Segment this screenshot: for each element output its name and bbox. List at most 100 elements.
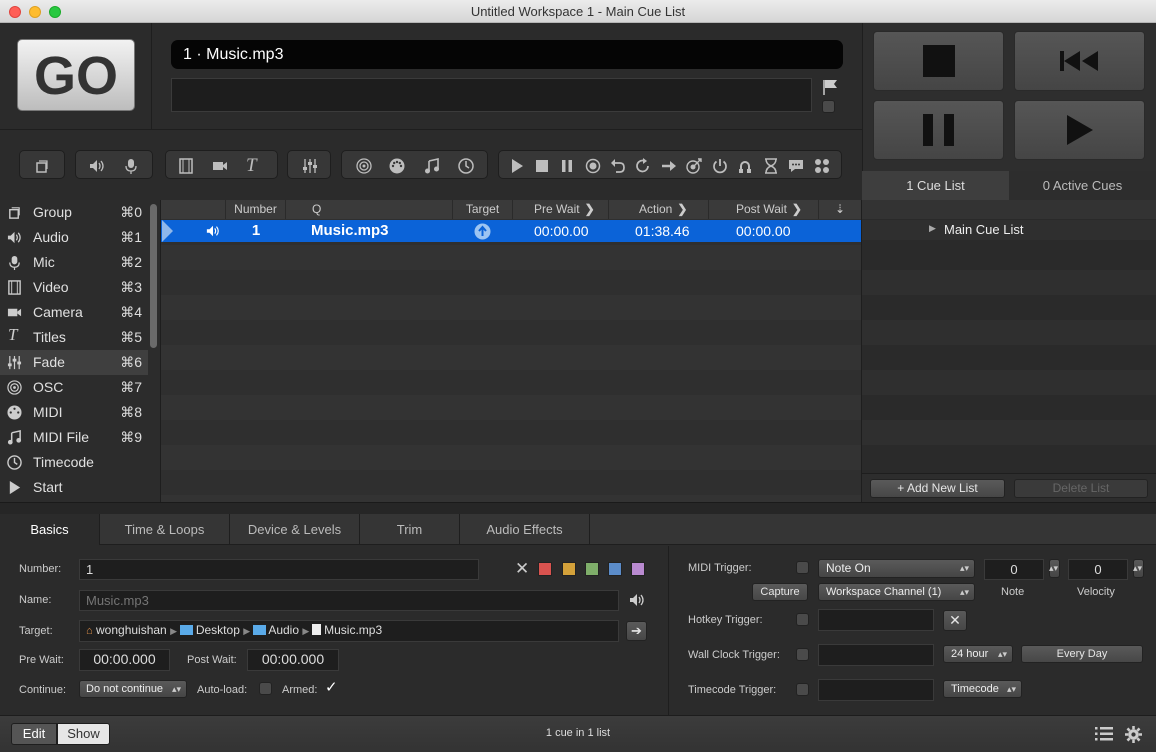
stop-icon[interactable] bbox=[534, 158, 550, 174]
col-q[interactable]: Q bbox=[286, 200, 453, 219]
clear-hotkey-button[interactable]: ✕ bbox=[943, 610, 967, 631]
midi-icon[interactable] bbox=[389, 158, 405, 174]
devamp-icon[interactable] bbox=[635, 158, 651, 174]
timecode-trigger-checkbox[interactable] bbox=[796, 683, 809, 696]
note-stepper[interactable]: ▴▾ bbox=[1049, 559, 1060, 578]
wait-icon[interactable] bbox=[763, 158, 779, 174]
timecode-format-select[interactable]: Timecode ▴▾ bbox=[943, 680, 1022, 698]
minimize-window-button[interactable] bbox=[29, 6, 41, 18]
sidebar-item-video[interactable]: Video ⌘3 bbox=[0, 275, 148, 300]
sidebar-item-timecode[interactable]: Timecode bbox=[0, 450, 148, 475]
armed-checkbox[interactable]: ✓ bbox=[325, 678, 338, 696]
resume-button[interactable] bbox=[1014, 100, 1145, 160]
number-field[interactable]: 1 bbox=[79, 559, 479, 580]
tab-audio-effects[interactable]: Audio Effects bbox=[460, 514, 590, 545]
gear-icon[interactable] bbox=[1125, 726, 1142, 743]
tab-cue-lists[interactable]: 1 Cue List bbox=[862, 171, 1009, 200]
sidebar-item-fade[interactable]: Fade ⌘6 bbox=[0, 350, 148, 375]
go-button[interactable]: GO bbox=[17, 39, 135, 111]
osc-icon[interactable] bbox=[356, 158, 372, 174]
col-number[interactable]: Number bbox=[226, 200, 286, 219]
sidebar-item-osc[interactable]: OSC ⌘7 bbox=[0, 375, 148, 400]
flag-checkbox[interactable] bbox=[822, 100, 835, 113]
velocity-stepper[interactable]: ▴▾ bbox=[1133, 559, 1144, 578]
start-icon[interactable] bbox=[509, 158, 525, 174]
video-icon[interactable] bbox=[178, 158, 194, 174]
pause-button[interactable] bbox=[873, 100, 1004, 160]
midi-file-icon[interactable] bbox=[424, 158, 440, 174]
hour-format-select[interactable]: 24 hour ▴▾ bbox=[943, 645, 1013, 663]
col-postwait[interactable]: Post Wait ❯ bbox=[709, 200, 819, 219]
color-swatch-red[interactable] bbox=[538, 562, 552, 576]
velocity-field[interactable]: 0 bbox=[1068, 559, 1128, 580]
reveal-target-button[interactable]: ➔ bbox=[626, 621, 647, 641]
clear-color-icon[interactable]: ✕ bbox=[515, 559, 529, 579]
tab-device-levels[interactable]: Device & Levels bbox=[230, 514, 360, 545]
goto-icon[interactable] bbox=[661, 158, 677, 174]
group-icon[interactable] bbox=[34, 158, 50, 174]
zoom-window-button[interactable] bbox=[49, 6, 61, 18]
midi-message-select[interactable]: Note On ▴▾ bbox=[818, 559, 975, 578]
col-target[interactable]: Target bbox=[453, 200, 513, 219]
col-prewait[interactable]: Pre Wait ❯ bbox=[513, 200, 609, 219]
color-swatch-purple[interactable] bbox=[631, 562, 645, 576]
col-continue[interactable]: ⇣ bbox=[819, 200, 861, 219]
note-field[interactable]: 0 bbox=[984, 559, 1044, 580]
fade-icon[interactable] bbox=[302, 158, 318, 174]
sidebar-item-mic[interactable]: Mic ⌘2 bbox=[0, 250, 148, 275]
load-icon[interactable] bbox=[585, 158, 601, 174]
table-row[interactable]: 1 Music.mp3 00:00.00 01:38.46 00:00.00 bbox=[160, 220, 861, 242]
wall-clock-time-field[interactable] bbox=[818, 644, 934, 666]
tab-active-cues[interactable]: 0 Active Cues bbox=[1009, 171, 1156, 200]
target-path-field[interactable]: ⌂ wonghuishan ▶ Desktop ▶ Audio ▶ Music.… bbox=[79, 620, 619, 642]
hotkey-trigger-checkbox[interactable] bbox=[796, 613, 809, 626]
list-item[interactable]: ▶ Main Cue List bbox=[862, 220, 1156, 240]
stop-button[interactable] bbox=[873, 31, 1004, 91]
tab-trim[interactable]: Trim bbox=[360, 514, 460, 545]
postwait-field[interactable]: 00:00.000 bbox=[247, 649, 339, 671]
hotkey-field[interactable] bbox=[818, 609, 934, 631]
every-day-button[interactable]: Every Day bbox=[1021, 645, 1143, 663]
tab-basics[interactable]: Basics bbox=[0, 514, 100, 545]
sidebar-item-midi-file[interactable]: MIDI File ⌘9 bbox=[0, 425, 148, 450]
sidebar-item-titles[interactable]: T Titles ⌘5 bbox=[0, 325, 148, 350]
sidebar-item-camera[interactable]: Camera ⌘4 bbox=[0, 300, 148, 325]
midi-channel-select[interactable]: Workspace Channel (1) ▴▾ bbox=[818, 583, 975, 601]
titles-icon[interactable]: T bbox=[246, 155, 262, 176]
wall-clock-trigger-checkbox[interactable] bbox=[796, 648, 809, 661]
arm-icon[interactable] bbox=[737, 158, 753, 174]
reset-icon[interactable] bbox=[610, 158, 626, 174]
close-window-button[interactable] bbox=[9, 6, 21, 18]
target-icon[interactable] bbox=[686, 158, 702, 174]
memo-icon[interactable] bbox=[788, 158, 804, 174]
mic-icon[interactable] bbox=[123, 158, 139, 174]
timecode-field[interactable] bbox=[818, 679, 934, 701]
color-swatch-orange[interactable] bbox=[562, 562, 576, 576]
autoload-checkbox[interactable] bbox=[259, 682, 272, 695]
name-field[interactable] bbox=[79, 590, 619, 611]
prewait-field[interactable]: 00:00.000 bbox=[79, 649, 170, 671]
continue-select[interactable]: Do not continue ▴▾ bbox=[79, 680, 187, 698]
flag-icon[interactable] bbox=[822, 79, 840, 95]
sidebar-item-audio[interactable]: Audio ⌘1 bbox=[0, 225, 148, 250]
cue-notes-field[interactable] bbox=[171, 78, 812, 112]
splitter-handle[interactable] bbox=[0, 502, 1156, 514]
disarm-icon[interactable] bbox=[712, 158, 728, 174]
add-new-list-button[interactable]: + Add New List bbox=[870, 479, 1005, 498]
sidebar-item-start[interactable]: Start bbox=[0, 475, 148, 500]
camera-icon[interactable] bbox=[212, 158, 228, 174]
col-action[interactable]: Action ❯ bbox=[609, 200, 709, 219]
midi-trigger-checkbox[interactable] bbox=[796, 561, 809, 574]
disclosure-triangle-icon[interactable]: ▶ bbox=[929, 223, 936, 234]
sidebar-scrollbar[interactable] bbox=[150, 204, 157, 348]
delete-list-button[interactable]: Delete List bbox=[1014, 479, 1148, 498]
tab-time-loops[interactable]: Time & Loops bbox=[100, 514, 230, 545]
audio-icon[interactable] bbox=[89, 158, 105, 174]
list-icon[interactable] bbox=[1095, 727, 1113, 741]
sidebar-item-midi[interactable]: MIDI ⌘8 bbox=[0, 400, 148, 425]
timecode-icon[interactable] bbox=[458, 158, 474, 174]
reset-button[interactable] bbox=[1014, 31, 1145, 91]
sidebar-item-group[interactable]: Group ⌘0 bbox=[0, 200, 148, 225]
color-swatch-green[interactable] bbox=[585, 562, 599, 576]
pause-icon[interactable] bbox=[559, 158, 575, 174]
